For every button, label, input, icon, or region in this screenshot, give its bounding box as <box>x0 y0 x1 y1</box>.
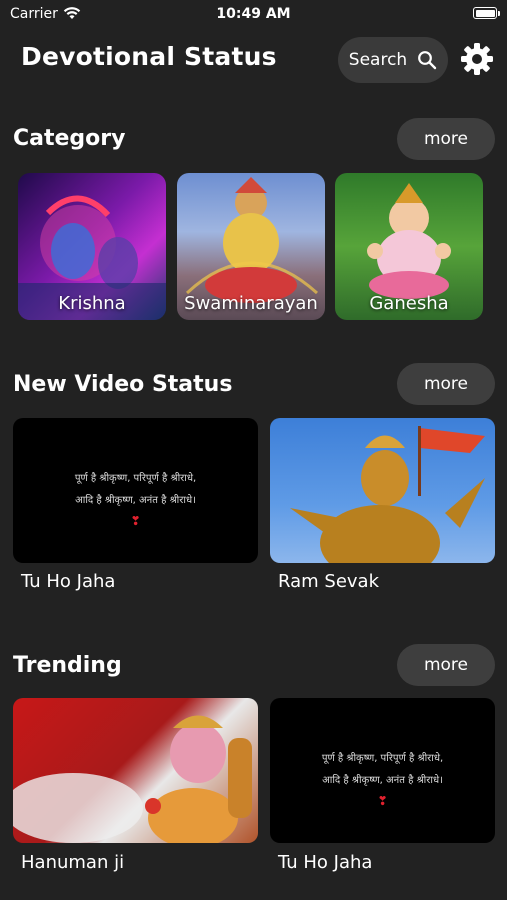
video-thumbnail-tu-ho-jaha-trending[interactable]: पूर्ण है श्रीकृष्ण, परिपूर्ण है श्रीराधे… <box>270 698 495 843</box>
quote-line-2: आदि है श्रीकृष्ण, अनंत है श्रीराधे। <box>75 495 196 506</box>
video-caption: Ram Sevak <box>278 571 380 592</box>
clock: 10:49 AM <box>216 6 291 22</box>
category-label: Krishna <box>58 293 126 314</box>
trending-more-button[interactable]: more <box>397 644 495 686</box>
category-card-krishna[interactable]: Krishna <box>18 173 166 320</box>
search-button[interactable]: Search <box>338 37 448 83</box>
quote-line-1: पूर्ण है श्रीकृष्ण, परिपूर्ण है श्रीराधे… <box>321 753 444 764</box>
quote-line-1: पूर्ण है श्रीकृष्ण, परिपूर्ण है श्रीराधे… <box>74 473 197 484</box>
video-caption: Tu Ho Jaha <box>21 571 116 592</box>
video-thumbnail-tu-ho-jaha[interactable]: पूर्ण है श्रीकृष्ण, परिपूर्ण है श्रीराधे… <box>13 418 258 563</box>
category-label: Swaminarayan <box>184 293 318 314</box>
section-title-new-video: New Video Status <box>13 372 233 397</box>
video-caption: Hanuman ji <box>21 852 125 873</box>
category-more-button[interactable]: more <box>397 118 495 160</box>
gear-icon[interactable] <box>460 42 494 76</box>
section-title-category: Category <box>13 126 126 151</box>
search-icon <box>418 51 437 70</box>
new-video-more-button[interactable]: more <box>397 363 495 405</box>
status-bar: Carrier 10:49 AM <box>0 0 507 28</box>
category-card-swaminarayan[interactable]: Swaminarayan <box>177 173 325 320</box>
page-title: Devotional Status <box>21 42 277 71</box>
video-caption: Tu Ho Jaha <box>278 852 373 873</box>
section-title-trending: Trending <box>13 653 122 678</box>
battery-icon <box>473 7 500 19</box>
video-thumbnail-ram-sevak[interactable] <box>270 418 495 563</box>
search-label: Search <box>348 50 408 70</box>
heart-icon: ❣ <box>377 794 388 808</box>
hanuman-thumbnail <box>290 426 485 563</box>
heart-icon: ❣ <box>130 514 141 528</box>
hanuman-ji-thumbnail <box>13 715 252 843</box>
category-label: Ganesha <box>369 293 449 314</box>
quote-line-2: आदि है श्रीकृष्ण, अनंत है श्रीराधे। <box>322 775 443 786</box>
video-thumbnail-hanuman-ji[interactable] <box>13 698 258 843</box>
category-card-ganesha[interactable]: Ganesha <box>335 173 483 320</box>
